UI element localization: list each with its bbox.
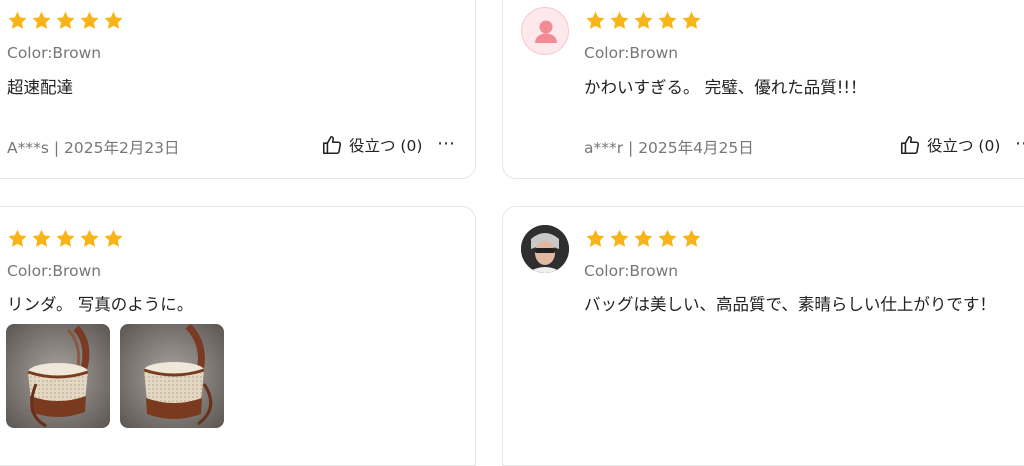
review-text: 超速配達: [7, 78, 73, 97]
star-rating: [7, 10, 124, 31]
star-icon: [658, 229, 677, 247]
user-avatar: [521, 225, 569, 273]
review-text: バッグは美しい、高品質で、素晴らしい仕上がりです！: [584, 295, 996, 314]
helpful-button[interactable]: 役立つ (0): [321, 134, 422, 156]
star-icon: [610, 11, 629, 29]
review-variant: Color:Brown: [7, 44, 102, 62]
helpful-button[interactable]: 役立つ (0): [899, 134, 1000, 156]
star-icon: [8, 229, 27, 247]
star-icon: [634, 11, 653, 29]
review-author-date: a***r | 2025年4月25日: [584, 139, 754, 157]
review-text: リンダ。 写真のように。: [7, 295, 194, 314]
thumbs-up-icon: [322, 135, 342, 155]
star-icon: [586, 11, 605, 29]
star-rating: [585, 10, 702, 31]
review-variant: Color:Brown: [584, 44, 679, 62]
star-icon: [8, 11, 27, 29]
star-icon: [682, 11, 701, 29]
star-icon: [32, 11, 51, 29]
review-photo[interactable]: [6, 324, 110, 428]
review-card: Color:Brown リンダ。 写真のように。: [0, 206, 476, 466]
star-icon: [634, 229, 653, 247]
helpful-label: 役立つ (0): [927, 137, 1001, 155]
review-photo[interactable]: [120, 324, 224, 428]
star-icon: [56, 229, 75, 247]
star-icon: [56, 11, 75, 29]
thumbs-up-icon: [900, 135, 920, 155]
more-options-icon[interactable]: ⋯: [437, 133, 455, 154]
star-icon: [80, 229, 99, 247]
review-text: かわいすぎる。 完璧、優れた品質!!！: [584, 78, 867, 97]
review-variant: Color:Brown: [584, 262, 679, 280]
default-avatar-icon: [535, 20, 557, 43]
review-variant: Color:Brown: [7, 262, 102, 280]
star-icon: [32, 229, 51, 247]
star-icon: [104, 229, 123, 247]
star-icon: [80, 11, 99, 29]
star-icon: [610, 229, 629, 247]
bucket-bag-image: [6, 324, 110, 428]
star-rating: [585, 228, 702, 249]
helpful-label: 役立つ (0): [349, 137, 423, 155]
star-icon: [104, 11, 123, 29]
bucket-bag-image: [120, 324, 224, 428]
review-card: Color:Brown バッグは美しい、高品質で、素晴らしい仕上がりです！: [502, 206, 1024, 466]
user-avatar: [521, 7, 569, 55]
review-author-date: A***s | 2025年2月23日: [7, 139, 180, 157]
star-icon: [586, 229, 605, 247]
star-rating: [7, 228, 124, 249]
review-card: Color:Brown 超速配達 A***s | 2025年2月23日 役立つ …: [0, 0, 476, 179]
star-icon: [658, 11, 677, 29]
review-card: Color:Brown かわいすぎる。 完璧、優れた品質!!！ a***r | …: [502, 0, 1024, 179]
more-options-icon[interactable]: ⋯: [1015, 133, 1024, 154]
user-photo-icon: [521, 225, 569, 273]
star-icon: [682, 229, 701, 247]
